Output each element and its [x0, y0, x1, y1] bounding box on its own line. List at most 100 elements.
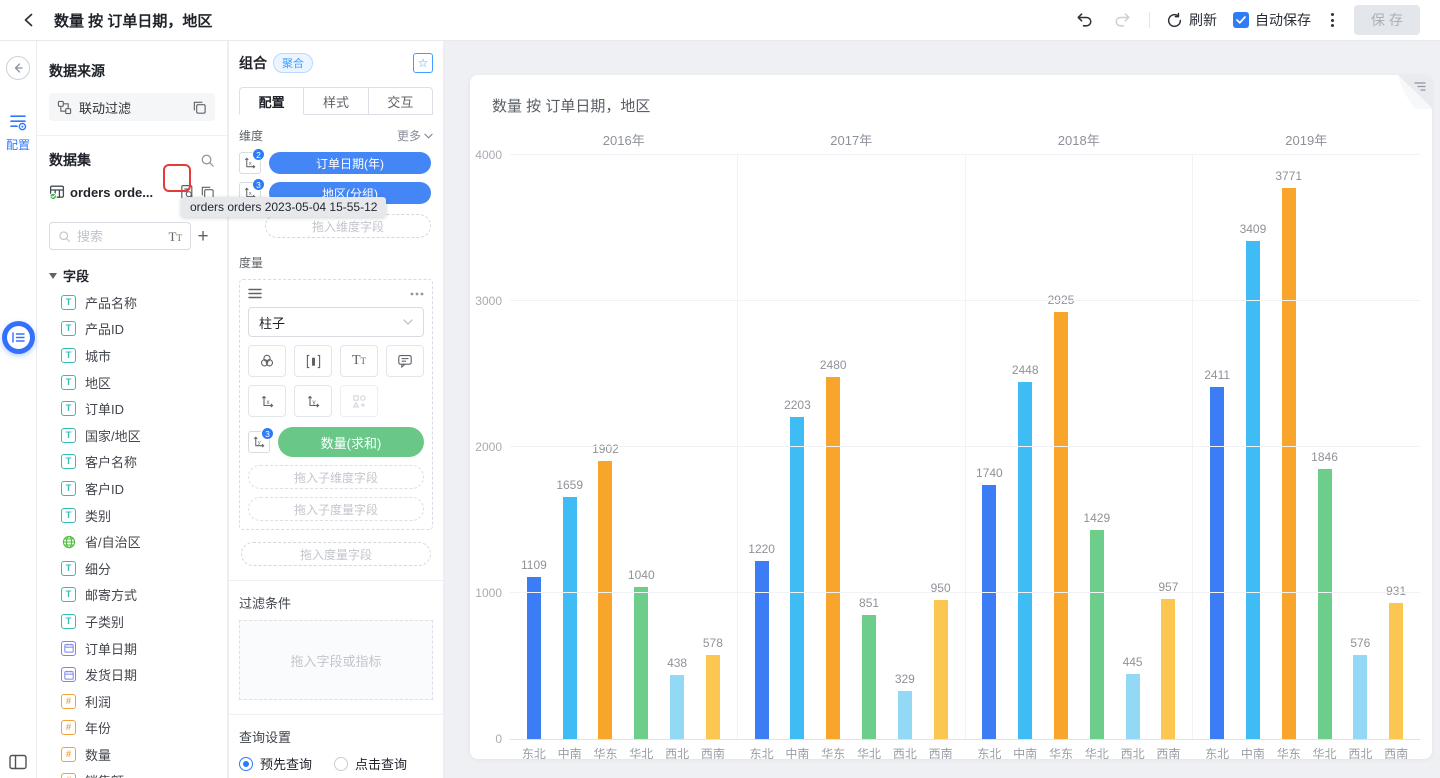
bar[interactable] — [634, 587, 648, 739]
bar-width-icon — [306, 354, 321, 369]
y-axis-tick-label: 1000 — [470, 586, 502, 600]
field-item[interactable]: T客户名称 — [49, 449, 215, 476]
save-button[interactable]: 保 存 — [1354, 5, 1420, 35]
bar[interactable] — [1054, 312, 1068, 739]
bar[interactable] — [1318, 469, 1332, 739]
bar[interactable] — [898, 691, 912, 739]
field-item[interactable]: T城市 — [49, 342, 215, 369]
drop-measure-zone[interactable]: 拖入度量字段 — [241, 542, 431, 566]
bar[interactable] — [1282, 188, 1296, 739]
bar-slot: 2203中南 — [780, 155, 816, 739]
dimension-chip-order-date[interactable]: 订单日期(年) — [269, 152, 431, 174]
drag-handle-icon[interactable] — [248, 288, 262, 299]
facet-year-label: 2017年 — [738, 130, 966, 148]
dataset-table-icon — [49, 184, 65, 200]
bar[interactable] — [1246, 241, 1260, 739]
tab-interaction[interactable]: 交互 — [368, 87, 433, 115]
rename-case-icon[interactable]: TT — [169, 230, 182, 243]
axis-x-sort-button[interactable]: x 2 — [239, 152, 261, 174]
label-setting-button[interactable] — [386, 345, 424, 377]
bar[interactable] — [563, 497, 577, 739]
bar[interactable] — [755, 561, 769, 739]
copy-icon[interactable] — [192, 100, 207, 115]
bar[interactable] — [598, 461, 612, 739]
field-item[interactable]: 发货日期 — [49, 661, 215, 688]
drop-sub-dimension-zone[interactable]: 拖入子维度字段 — [248, 465, 424, 489]
font-setting-button[interactable]: TT — [340, 345, 378, 377]
ellipsis-icon[interactable] — [410, 292, 424, 296]
bar[interactable] — [1389, 603, 1403, 739]
bar[interactable] — [934, 600, 948, 739]
y-axis-setting-button[interactable]: y — [294, 385, 332, 417]
linkage-filter-item[interactable]: 联动过滤 — [49, 93, 215, 121]
bar[interactable] — [1161, 599, 1175, 739]
field-item[interactable]: T客户ID — [49, 475, 215, 502]
sidebar-item-config[interactable]: 配置 — [0, 112, 36, 153]
favorite-star-icon[interactable]: ☆ — [413, 53, 433, 73]
dashboard-canvas: 数量 按 订单日期，地区 2016年2017年2018年2019年 1109东北… — [445, 41, 1440, 778]
order-badge: 3 — [261, 427, 274, 440]
bar[interactable] — [670, 675, 684, 739]
chart-corner-menu[interactable] — [1392, 75, 1432, 115]
bar[interactable] — [826, 377, 840, 739]
field-search-input[interactable]: TT — [49, 222, 191, 250]
x-axis-setting-button[interactable]: x — [248, 385, 286, 417]
chevron-down-icon — [424, 133, 433, 139]
collapse-back-icon[interactable] — [6, 56, 30, 80]
field-label: 订单ID — [85, 399, 124, 418]
field-item[interactable]: T订单ID — [49, 395, 215, 422]
field-item[interactable]: T国家/地区 — [49, 422, 215, 449]
field-item[interactable]: T地区 — [49, 369, 215, 396]
redo-icon[interactable] — [1111, 9, 1133, 31]
tab-config[interactable]: 配置 — [239, 87, 304, 115]
measure-chip-quantity-sum[interactable]: 数量(求和) — [278, 427, 424, 457]
bar[interactable] — [862, 615, 876, 739]
undo-icon[interactable] — [1073, 9, 1095, 31]
field-item[interactable]: 订单日期 — [49, 635, 215, 662]
add-field-button[interactable]: + — [191, 227, 215, 246]
panel-toggle-icon[interactable] — [9, 754, 27, 770]
more-menu-icon[interactable] — [1327, 9, 1338, 31]
bar[interactable] — [1126, 674, 1140, 739]
shapes-setting-button[interactable] — [340, 385, 378, 417]
chart-card[interactable]: 数量 按 订单日期，地区 2016年2017年2018年2019年 1109东北… — [470, 75, 1432, 759]
bar[interactable] — [1353, 655, 1367, 739]
drop-sub-measure-zone[interactable]: 拖入子度量字段 — [248, 497, 424, 521]
field-item[interactable]: T细分 — [49, 555, 215, 582]
fields-group-header[interactable]: 字段 — [49, 266, 215, 285]
field-item[interactable]: T产品名称 — [49, 289, 215, 316]
drop-filter-zone[interactable]: 拖入字段或指标 — [239, 620, 433, 700]
field-item[interactable]: T类别 — [49, 502, 215, 529]
refresh-button[interactable]: 刷新 — [1166, 10, 1217, 30]
field-item[interactable]: #销售额 — [49, 768, 215, 778]
tab-style[interactable]: 样式 — [303, 87, 368, 115]
autosave-toggle[interactable]: 自动保存 — [1233, 10, 1311, 30]
bar[interactable] — [1018, 382, 1032, 739]
field-item[interactable]: #利润 — [49, 688, 215, 715]
field-item[interactable]: T子类别 — [49, 608, 215, 635]
back-icon[interactable] — [18, 9, 40, 31]
bar[interactable] — [1090, 530, 1104, 739]
radio-click-query[interactable]: 点击查询 — [334, 754, 407, 773]
bar[interactable] — [527, 577, 541, 739]
drop-dimension-zone[interactable]: 拖入维度字段 — [265, 214, 431, 238]
svg-text:y: y — [312, 400, 315, 406]
chart-type-select[interactable]: 柱子 — [248, 307, 424, 337]
field-item[interactable]: T产品ID — [49, 316, 215, 343]
expand-float-button[interactable] — [2, 321, 35, 354]
field-item[interactable]: #数量 — [49, 741, 215, 768]
search-icon[interactable] — [200, 153, 215, 168]
field-item[interactable]: T邮寄方式 — [49, 582, 215, 609]
bar[interactable] — [1210, 387, 1224, 739]
more-dropdown[interactable]: 更多 — [397, 127, 433, 144]
field-item[interactable]: 省/自治区 — [49, 528, 215, 555]
bar[interactable] — [982, 485, 996, 739]
axis-y-sort-button[interactable]: y 3 — [248, 431, 270, 453]
bar[interactable] — [790, 417, 804, 739]
field-item[interactable]: #年份 — [49, 715, 215, 742]
search-input[interactable] — [77, 229, 163, 244]
radio-pre-query[interactable]: 预先查询 — [239, 754, 312, 773]
color-setting-button[interactable] — [248, 345, 286, 377]
bar-width-button[interactable] — [294, 345, 332, 377]
bar[interactable] — [706, 655, 720, 739]
